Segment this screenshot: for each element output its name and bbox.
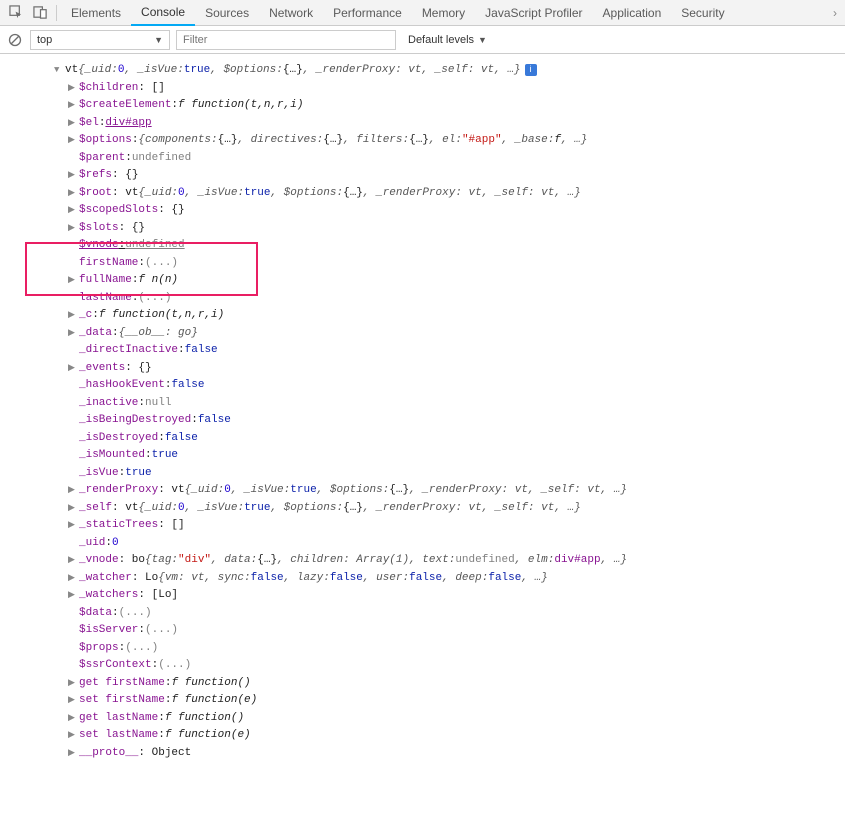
tab-javascript-profiler[interactable]: JavaScript Profiler [475,0,592,26]
filter-input[interactable] [176,30,396,50]
devtools-tabbar: ElementsConsoleSourcesNetworkPerformance… [0,0,845,26]
console-line[interactable]: ▶_data: {__ob__: go} [14,325,845,343]
context-label: top [37,34,52,46]
chevron-down-icon: ▼ [478,35,487,45]
console-line[interactable]: _uid: 0 [14,535,845,553]
console-line[interactable]: ▶$refs: {} [14,167,845,185]
disclosure-closed-icon: ▶ [68,202,78,220]
console-line[interactable]: _directInactive: false [14,342,845,360]
console-line[interactable]: ▶get firstName: f function() [14,675,845,693]
console-line[interactable]: ▶_vnode: bo {tag: "div", data: {…}, chil… [14,552,845,570]
tab-application[interactable]: Application [593,0,672,26]
disclosure-closed-icon: ▶ [68,220,78,238]
console-line[interactable]: ▶_self: vt {_uid: 0, _isVue: true, $opti… [14,500,845,518]
context-selector[interactable]: top ▼ [30,30,170,50]
console-line[interactable]: ▶fullName: f n(n) [14,272,845,290]
tab-console[interactable]: Console [131,0,195,26]
console-line[interactable]: ▼vt {_uid: 0, _isVue: true, $options: {…… [14,62,845,80]
disclosure-closed-icon: ▶ [68,570,78,588]
console-line[interactable]: $data: (...) [14,605,845,623]
console-line[interactable]: ▶set firstName: f function(e) [14,692,845,710]
tab-memory[interactable]: Memory [412,0,475,26]
console-line[interactable]: $ssrContext: (...) [14,657,845,675]
divider [56,5,57,21]
console-line[interactable]: _hasHookEvent: false [14,377,845,395]
tab-sources[interactable]: Sources [195,0,259,26]
tab-elements[interactable]: Elements [61,0,131,26]
disclosure-closed-icon: ▶ [68,80,78,98]
console-line[interactable]: ▶__proto__: Object [14,745,845,763]
console-line[interactable]: ▶_renderProxy: vt {_uid: 0, _isVue: true… [14,482,845,500]
disclosure-closed-icon: ▶ [68,185,78,203]
disclosure-closed-icon: ▶ [68,360,78,378]
console-line[interactable]: ▶get lastName: f function() [14,710,845,728]
tabs: ElementsConsoleSourcesNetworkPerformance… [61,0,829,26]
disclosure-closed-icon: ▶ [68,587,78,605]
console-line[interactable]: _inactive: null [14,395,845,413]
disclosure-closed-icon: ▶ [68,727,78,745]
disclosure-closed-icon: ▶ [68,167,78,185]
console-line[interactable]: _isDestroyed: false [14,430,845,448]
disclosure-closed-icon: ▶ [68,325,78,343]
device-toolbar-icon[interactable] [31,4,49,22]
console-output: ▼vt {_uid: 0, _isVue: true, $options: {…… [0,54,845,770]
disclosure-closed-icon: ▶ [68,307,78,325]
console-line[interactable]: ▶_watcher: Lo {vm: vt, sync: false, lazy… [14,570,845,588]
console-line[interactable]: $props: (...) [14,640,845,658]
console-line[interactable]: _isBeingDestroyed: false [14,412,845,430]
info-badge-icon[interactable]: i [525,64,537,76]
console-line[interactable]: ▶_events: {} [14,360,845,378]
console-line[interactable]: _isMounted: true [14,447,845,465]
console-line[interactable]: ▶set lastName: f function(e) [14,727,845,745]
console-line[interactable]: ▶_staticTrees: [] [14,517,845,535]
console-line[interactable]: ▶$slots: {} [14,220,845,238]
tab-security[interactable]: Security [671,0,734,26]
disclosure-closed-icon: ▶ [68,500,78,518]
console-toolbar: top ▼ Default levels ▼ [0,26,845,54]
console-line[interactable]: $parent: undefined [14,150,845,168]
disclosure-open-icon: ▼ [54,62,64,80]
console-line[interactable]: $isServer: (...) [14,622,845,640]
console-line[interactable]: ▶$root: vt {_uid: 0, _isVue: true, $opti… [14,185,845,203]
console-line[interactable]: ▶$options: {components: {…}, directives:… [14,132,845,150]
console-line[interactable]: ▶$createElement: f function(t,n,r,i) [14,97,845,115]
clear-console-icon[interactable] [6,31,24,49]
more-tabs-icon[interactable]: › [829,6,841,20]
console-line[interactable]: ▶_c: f function(t,n,r,i) [14,307,845,325]
console-line[interactable]: lastName: (...) [14,290,845,308]
console-line[interactable]: ▶$scopedSlots: {} [14,202,845,220]
disclosure-closed-icon: ▶ [68,675,78,693]
console-line[interactable]: ▶$children: [] [14,80,845,98]
console-line[interactable]: _isVue: true [14,465,845,483]
disclosure-closed-icon: ▶ [68,517,78,535]
console-line[interactable]: $vnode: undefined [14,237,845,255]
disclosure-closed-icon: ▶ [68,97,78,115]
levels-label: Default levels [408,34,474,46]
tab-network[interactable]: Network [259,0,323,26]
inspect-element-icon[interactable] [7,4,25,22]
console-line[interactable]: ▶_watchers: [Lo] [14,587,845,605]
disclosure-closed-icon: ▶ [68,482,78,500]
console-line[interactable]: firstName: (...) [14,255,845,273]
disclosure-closed-icon: ▶ [68,132,78,150]
disclosure-closed-icon: ▶ [68,692,78,710]
disclosure-closed-icon: ▶ [68,745,78,763]
disclosure-closed-icon: ▶ [68,272,78,290]
disclosure-closed-icon: ▶ [68,710,78,728]
tab-performance[interactable]: Performance [323,0,412,26]
log-levels-selector[interactable]: Default levels ▼ [402,34,493,46]
console-line[interactable]: ▶$el: div#app [14,115,845,133]
disclosure-closed-icon: ▶ [68,115,78,133]
chevron-down-icon: ▼ [154,35,163,45]
disclosure-closed-icon: ▶ [68,552,78,570]
